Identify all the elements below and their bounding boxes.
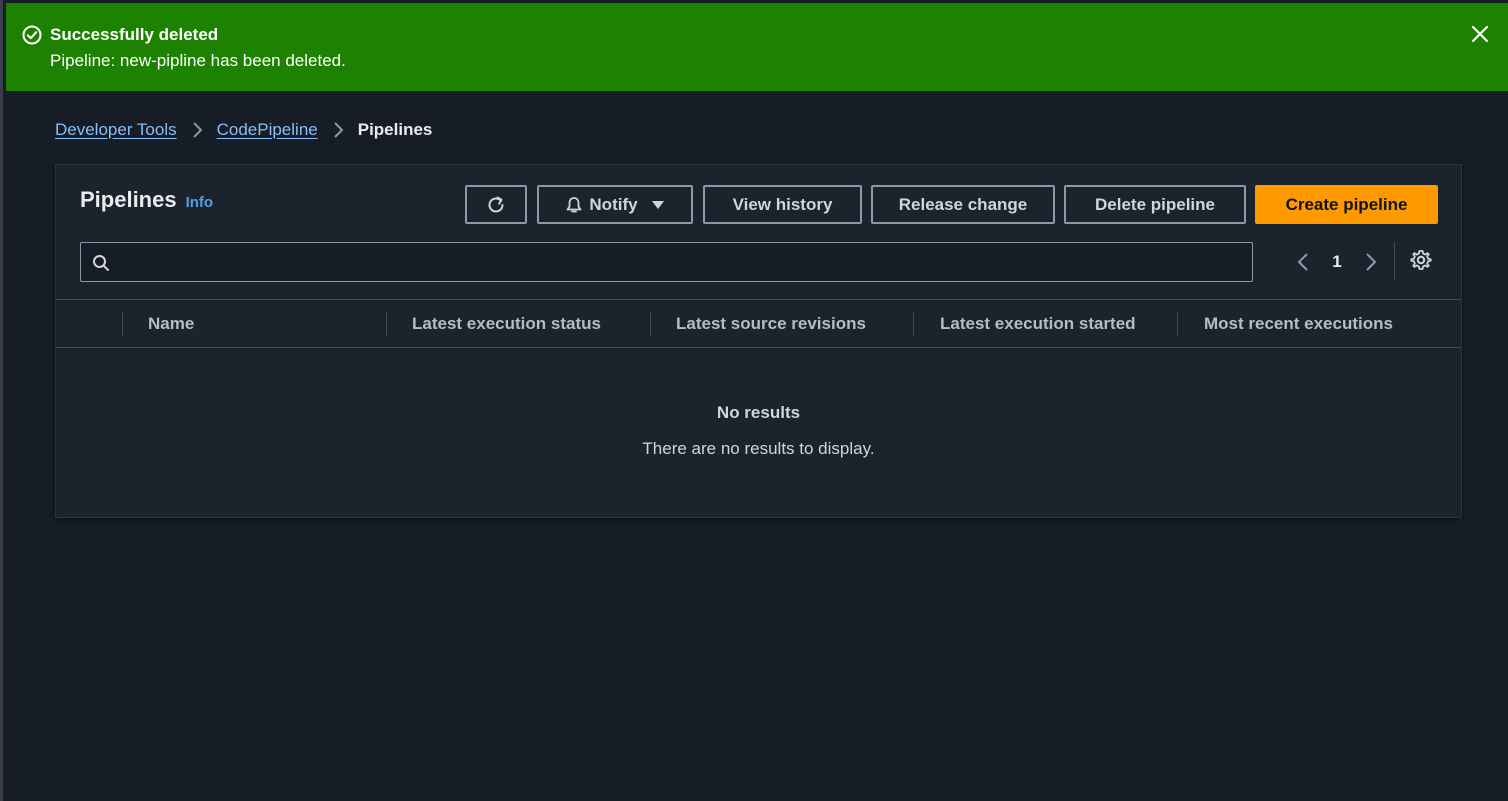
pagination: 1 (1290, 247, 1384, 277)
empty-state-title: No results (716, 403, 801, 422)
notify-label: Notify (589, 194, 638, 214)
create-pipeline-button[interactable]: Create pipeline (1255, 185, 1438, 224)
breadcrumb: Developer Tools CodePipeline Pipelines (55, 118, 432, 142)
info-link[interactable]: Info (186, 194, 214, 211)
column-divider (386, 312, 387, 336)
table-header-row: Name Latest execution status Latest sour… (56, 299, 1461, 348)
flash-message: Pipeline: new-pipline has been deleted. (50, 51, 346, 70)
close-icon[interactable] (1467, 21, 1493, 47)
column-header-most-recent-executions[interactable]: Most recent executions (1204, 300, 1393, 348)
search-input[interactable] (121, 247, 1241, 277)
app-frame: Successfully deleted Pipeline: new-pipli… (0, 0, 1508, 801)
refresh-icon (488, 196, 504, 212)
chevron-right-icon[interactable] (1358, 247, 1384, 277)
flash-title: Successfully deleted (50, 25, 219, 44)
column-header-latest-execution-status[interactable]: Latest execution status (412, 300, 601, 348)
search-box (80, 242, 1253, 282)
success-flash-banner: Successfully deleted Pipeline: new-pipli… (6, 3, 1508, 91)
column-header-latest-source-revisions[interactable]: Latest source revisions (676, 300, 866, 348)
column-header-latest-execution-started[interactable]: Latest execution started (940, 300, 1136, 348)
breadcrumb-codepipeline[interactable]: CodePipeline (217, 120, 318, 140)
page-title: Pipelines (80, 187, 177, 212)
bell-icon (567, 196, 582, 212)
chevron-right-icon (318, 118, 358, 142)
column-divider (1177, 312, 1178, 336)
column-divider (913, 312, 914, 336)
search-icon (93, 255, 109, 271)
breadcrumb-current-page: Pipelines (357, 120, 433, 139)
refresh-button[interactable] (465, 185, 527, 224)
pipelines-table-panel: Pipelines Info Notify View history Relea… (55, 164, 1462, 518)
check-circle-icon (22, 25, 42, 45)
column-divider (122, 312, 123, 336)
chevron-right-icon (177, 118, 217, 142)
gear-icon[interactable] (1409, 248, 1433, 272)
view-history-button[interactable]: View history (703, 185, 862, 224)
page-number[interactable]: 1 (1316, 252, 1358, 272)
column-divider (650, 312, 651, 336)
notify-dropdown-button[interactable]: Notify (537, 185, 693, 224)
delete-pipeline-button[interactable]: Delete pipeline (1064, 185, 1246, 224)
empty-state-description: There are no results to display. (642, 439, 875, 458)
column-header-name[interactable]: Name (148, 300, 194, 348)
caret-down-icon (651, 200, 664, 209)
chevron-left-icon[interactable] (1290, 247, 1316, 277)
breadcrumb-developer-tools[interactable]: Developer Tools (55, 120, 177, 140)
panel-header: Pipelines Info (80, 187, 213, 223)
pager-divider (1394, 242, 1395, 280)
release-change-button[interactable]: Release change (871, 185, 1055, 224)
